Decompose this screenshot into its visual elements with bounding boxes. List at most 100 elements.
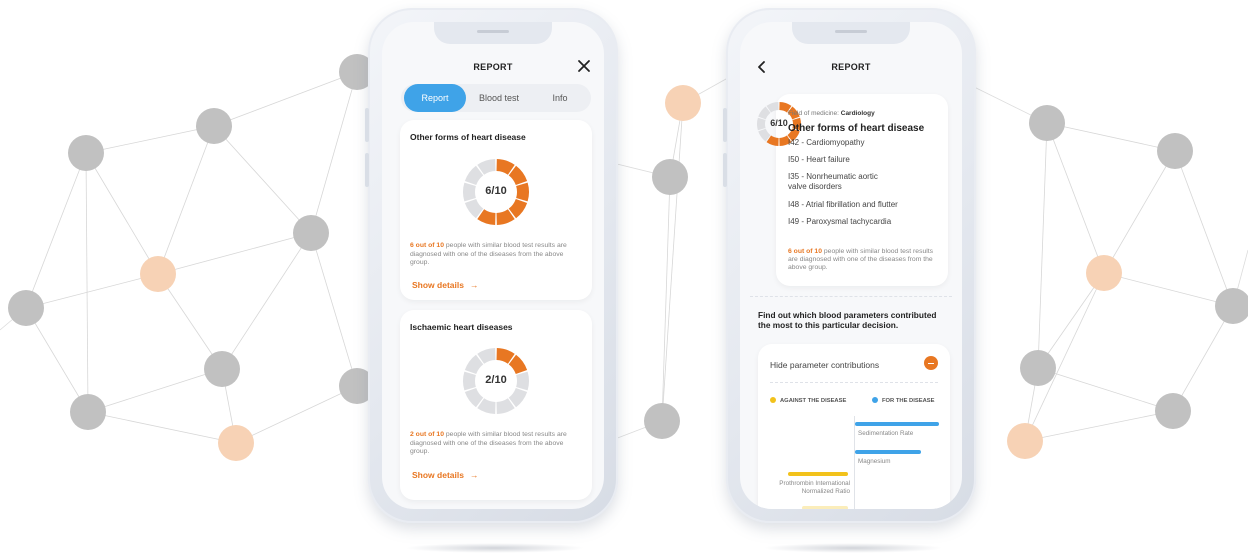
network-link — [1103, 150, 1176, 274]
network-link — [235, 385, 358, 444]
score-highlight: 6 out of 10 — [410, 242, 444, 249]
group-description: 6 out of 10 people with similar blood te… — [788, 248, 938, 272]
parameter-contributions-card: Hide parameter contributions AGAINST THE… — [758, 344, 950, 509]
disease-item: I42 - Cardiomyopathy — [788, 138, 865, 147]
network-node — [204, 351, 240, 387]
card-description: 2 out of 10 people with similar blood te… — [410, 431, 570, 457]
phone-shadow — [763, 543, 943, 553]
card-title: Other forms of heart disease — [410, 132, 526, 142]
contribution-bar — [855, 450, 921, 454]
network-node — [644, 403, 680, 439]
phone-shadow — [405, 543, 585, 553]
network-link — [213, 71, 358, 127]
field-label: Field of medicine: — [788, 110, 841, 117]
card-title: Ischaemic heart diseases — [410, 322, 513, 332]
parameter-label: Sedimentation Rate — [858, 430, 914, 437]
result-card: Other forms of heart disease 6/10 6 out … — [400, 120, 592, 300]
legend-dot — [872, 397, 878, 403]
network-node — [68, 135, 104, 171]
network-link — [87, 411, 237, 444]
disease-item: I35 - Nonrheumatic aortic valve disorder… — [788, 172, 878, 191]
network-link — [1174, 150, 1234, 307]
report-screen: REPORT Report Blood test Info Other form… — [382, 22, 604, 509]
network-link — [85, 152, 89, 413]
legend-for: FOR THE DISEASE — [872, 397, 935, 404]
network-link — [1024, 410, 1174, 442]
network-link — [25, 273, 159, 309]
disease-item: I49 - Paroxysmal tachycardia — [788, 217, 892, 226]
show-details-label: Show details — [412, 280, 464, 290]
network-node — [8, 290, 44, 326]
network-link — [213, 125, 312, 234]
score-highlight: 6 out of 10 — [788, 248, 822, 255]
disease-item: I48 - Atrial fibrillation and flutter — [788, 200, 898, 209]
disease-group-title: Other forms of heart disease — [788, 123, 925, 134]
field-of-medicine: Field of medicine: Cardiology — [788, 110, 875, 117]
legend-against-label: AGAINST THE DISEASE — [780, 398, 847, 404]
divider — [750, 296, 952, 297]
network-link — [310, 232, 358, 387]
show-details-link[interactable]: Show details → — [412, 470, 478, 480]
network-link — [1046, 122, 1176, 152]
contribution-bar — [802, 506, 848, 509]
score-label: 2/10 — [485, 374, 507, 386]
close-icon[interactable] — [576, 58, 592, 74]
show-details-link[interactable]: Show details → — [412, 280, 478, 290]
disease-item: I50 - Heart failure — [788, 155, 850, 164]
network-node — [218, 425, 254, 461]
phone-left: REPORT Report Blood test Info Other form… — [365, 8, 618, 523]
network-node — [1029, 105, 1065, 141]
minus-icon[interactable] — [924, 356, 938, 370]
toggle-label[interactable]: Hide parameter contributions — [770, 360, 879, 370]
tab-blood-test[interactable]: Blood test — [468, 84, 530, 112]
network-node — [70, 394, 106, 430]
parameter-label: Magnesium — [858, 458, 891, 465]
network-link — [85, 125, 215, 154]
network-node — [196, 108, 232, 144]
report-detail-screen: REPORT 6/10 Field of medicine: Cardiolog… — [740, 22, 962, 509]
page-title: REPORT — [831, 62, 871, 72]
contribution-bar — [855, 422, 939, 426]
network-node — [1020, 350, 1056, 386]
network-link — [1103, 272, 1234, 307]
network-link — [157, 125, 215, 275]
field-value: Cardiology — [840, 110, 875, 117]
network-link — [87, 368, 223, 413]
phone-notch — [792, 22, 910, 44]
section-heading: Find out which blood parameters contribu… — [758, 310, 937, 330]
score-label: 6/10 — [485, 185, 507, 197]
network-link — [25, 152, 87, 309]
chart-axis — [854, 416, 855, 509]
network-link — [661, 176, 671, 422]
phone-right: REPORT 6/10 Field of medicine: Cardiolog… — [723, 8, 976, 523]
network-node — [140, 256, 176, 292]
divider — [770, 382, 938, 383]
page-title: REPORT — [473, 62, 513, 72]
network-node — [1157, 133, 1193, 169]
network-node — [1007, 423, 1043, 459]
network-node — [1215, 288, 1248, 324]
legend-against: AGAINST THE DISEASE — [770, 397, 846, 404]
network-link — [85, 152, 159, 275]
show-details-label: Show details — [412, 470, 464, 480]
network-link — [25, 307, 89, 413]
network-node — [665, 85, 701, 121]
tab-info[interactable]: Info — [532, 84, 588, 112]
network-node — [1155, 393, 1191, 429]
parameter-label: Prothrombin International Normalized Rat… — [779, 480, 850, 495]
contribution-bar — [788, 472, 848, 476]
card-description: 6 out of 10 people with similar blood te… — [410, 242, 570, 268]
network-link — [1037, 122, 1048, 369]
tab-report[interactable]: Report — [404, 84, 466, 112]
tab-bar: Report Blood test Info — [401, 84, 591, 112]
network-background — [0, 39, 1248, 461]
result-card: Ischaemic heart diseases 2/10 2 out of 1… — [400, 310, 592, 500]
network-link — [1046, 122, 1105, 274]
network-node — [1086, 255, 1122, 291]
legend-dot — [770, 397, 776, 403]
network-link — [661, 102, 684, 422]
score-highlight: 2 out of 10 — [410, 431, 444, 438]
arrow-right-icon: → — [469, 470, 479, 480]
phone-notch — [434, 22, 552, 44]
network-link — [1172, 305, 1234, 412]
